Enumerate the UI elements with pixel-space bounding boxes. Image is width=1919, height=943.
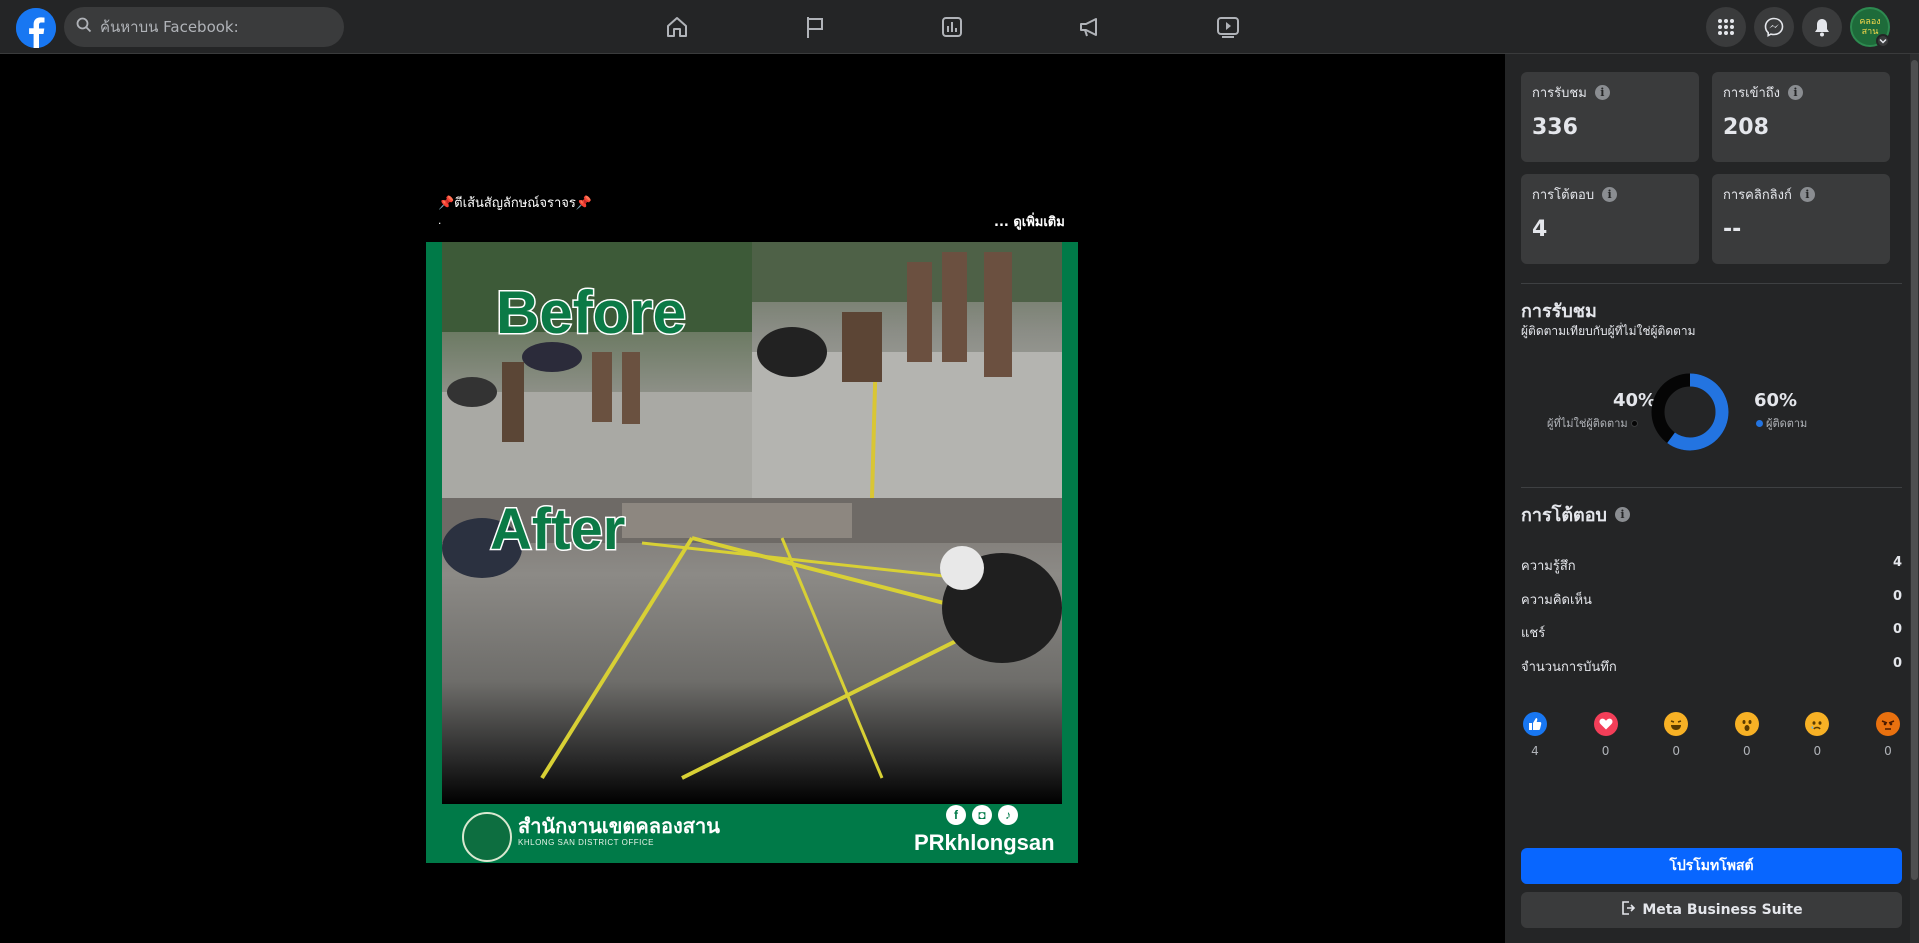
reaction-angry: 0 [1874, 712, 1902, 758]
non-followers-dot-icon [1630, 419, 1638, 427]
sad-icon [1805, 712, 1830, 736]
views-section-title: การรับชม [1521, 301, 1597, 322]
stat-label: การคลิกลิงก์ [1723, 188, 1792, 203]
post-image[interactable]: Before After สำนักงานเขตคลองสาน KHLONG S… [426, 242, 1078, 863]
interactions-section-title: การโต้ตอบ i [1521, 500, 1630, 529]
reaction-sad: 0 [1803, 712, 1831, 758]
before-label: Before [494, 278, 687, 348]
tiktok-icon: ♪ [998, 805, 1018, 825]
views-section-subtitle: ผู้ติดตามเทียบกับผู้ที่ไม่ใช่ผู้ติดตาม [1521, 324, 1696, 338]
avatar-text: คลอง สาน [1859, 17, 1881, 37]
stat-value: 4 [1532, 217, 1548, 242]
metric-value: 0 [1892, 656, 1902, 671]
non-followers-legend: ผู้ที่ไม่ใช่ผู้ติดตาม [1547, 414, 1638, 432]
stat-card-views: การรับชม i 336 [1521, 72, 1699, 162]
social-handle: PRkhlongsan [914, 830, 1055, 855]
search-input[interactable]: ค้นหาบน Facebook: [64, 7, 344, 47]
metric-label: ความคิดเห็น [1521, 593, 1592, 608]
stat-label: การเข้าถึง [1723, 86, 1781, 101]
reaction-count: 4 [1531, 744, 1539, 758]
reaction-like: 4 [1521, 712, 1549, 758]
bell-icon[interactable] [1802, 7, 1842, 47]
facebook-logo-icon[interactable] [16, 8, 56, 48]
info-icon[interactable]: i [1602, 187, 1618, 202]
info-icon[interactable]: i [1788, 85, 1804, 100]
non-followers-percent: 40% [1613, 390, 1657, 411]
external-link-icon [1620, 900, 1636, 920]
stat-card-interactions: การโต้ตอบ i 4 [1521, 174, 1699, 264]
followers-label: ผู้ติดตาม [1766, 417, 1808, 430]
promote-post-button[interactable]: โปรโมทโพสต์ [1521, 848, 1902, 884]
panel-scrollbar-thumb[interactable] [1911, 60, 1918, 880]
post-caption-line2: . [438, 213, 442, 227]
reaction-breakdown: 4 0 0 0 0 0 [1521, 712, 1902, 758]
reaction-wow: 0 [1733, 712, 1761, 758]
haha-icon [1664, 712, 1689, 736]
reaction-love: 0 [1592, 712, 1620, 758]
post-caption: 📌ตีเส้นสัญลักษณ์จราจร📌 [438, 196, 593, 211]
reaction-count: 0 [1672, 744, 1680, 758]
reaction-count: 0 [1601, 744, 1610, 758]
chevron-down-icon[interactable] [1876, 34, 1890, 48]
reaction-count: 0 [1742, 744, 1751, 758]
non-followers-label: ผู้ที่ไม่ใช่ผู้ติดตาม [1547, 417, 1628, 430]
stat-value: -- [1723, 217, 1742, 242]
metric-value: 4 [1892, 555, 1902, 570]
office-seal-icon [462, 812, 512, 862]
metric-value: 0 [1892, 622, 1902, 637]
before-photo-right [752, 242, 1062, 498]
metric-label: แชร์ [1521, 626, 1546, 641]
insights-panel: การรับชม i 336 การเข้าถึง i 208 การโต้ตอบ i… [1505, 54, 1919, 943]
facebook-icon: f [946, 805, 966, 825]
wow-icon [1734, 712, 1759, 736]
interactions-title-text: การโต้ตอบ [1521, 505, 1607, 526]
social-icons: f ◘ ♪ [946, 805, 1018, 825]
reaction-haha: 0 [1662, 712, 1690, 758]
metric-row-comments: ความคิดเห็น 0 [1521, 589, 1902, 610]
info-icon[interactable]: i [1594, 85, 1610, 100]
info-icon[interactable]: i [1799, 187, 1815, 202]
meta-business-suite-label: Meta Business Suite [1642, 902, 1803, 918]
messenger-icon[interactable] [1754, 7, 1794, 47]
office-name-english: KHLONG SAN DISTRICT OFFICE [518, 838, 654, 847]
metric-label: จำนวนการบันทึก [1521, 660, 1617, 675]
love-icon [1593, 712, 1618, 736]
after-label: After [488, 496, 626, 564]
home-icon[interactable] [659, 10, 695, 44]
divider [1521, 487, 1902, 488]
meta-business-suite-button[interactable]: Meta Business Suite [1521, 892, 1902, 928]
reaction-count: 0 [1813, 744, 1822, 758]
like-icon [1523, 712, 1547, 736]
see-more-link[interactable]: ... ดูเพิ่มเติม [994, 211, 1065, 232]
followers-percent: 60% [1754, 390, 1798, 411]
video-icon[interactable] [1210, 10, 1246, 44]
metric-label: ความรู้สึก [1521, 559, 1576, 574]
divider [1521, 283, 1902, 284]
search-placeholder: ค้นหาบน Facebook: [100, 18, 239, 36]
menu-grid-icon[interactable] [1706, 7, 1746, 47]
youtube-icon: ◘ [972, 805, 992, 825]
stat-card-reach: การเข้าถึง i 208 [1712, 72, 1890, 162]
followers-legend: ผู้ติดตาม [1756, 414, 1807, 432]
chart-icon[interactable] [934, 10, 970, 44]
metric-row-shares: แชร์ 0 [1521, 622, 1902, 643]
megaphone-icon[interactable] [1072, 10, 1108, 44]
reaction-count: 0 [1884, 744, 1892, 758]
metric-row-saves: จำนวนการบันทึก 0 [1521, 656, 1902, 677]
info-icon[interactable]: i [1614, 507, 1630, 522]
stat-value: 208 [1723, 115, 1769, 140]
followers-dot-icon [1756, 419, 1763, 427]
stat-label: การรับชม [1532, 86, 1587, 101]
angry-icon [1875, 712, 1900, 736]
flag-icon[interactable] [797, 10, 833, 44]
stat-value: 336 [1532, 115, 1578, 140]
metric-row-reactions: ความรู้สึก 4 [1521, 555, 1902, 576]
stat-card-link-clicks: การคลิกลิงก์ i -- [1712, 174, 1890, 264]
search-icon [76, 17, 92, 38]
metric-value: 0 [1892, 589, 1902, 604]
top-navigation-bar: ค้นหาบน Facebook: คลอง สาน [0, 0, 1919, 54]
stat-label: การโต้ตอบ [1532, 188, 1595, 203]
followers-donut-chart [1651, 373, 1729, 451]
